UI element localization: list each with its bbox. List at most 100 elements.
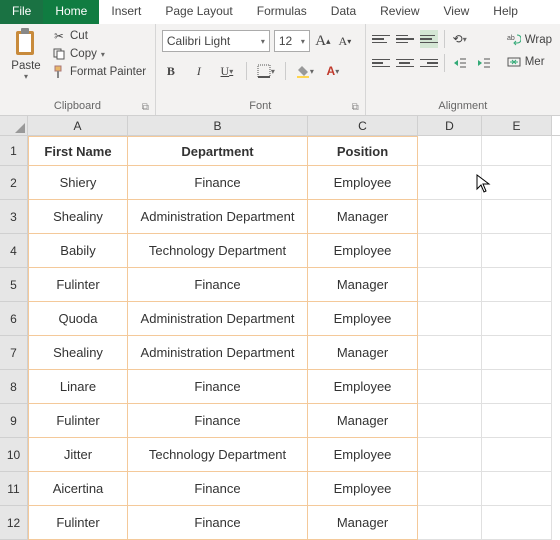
row-header[interactable]: 6 bbox=[0, 302, 28, 336]
font-size-select[interactable]: 12▾ bbox=[274, 30, 310, 52]
align-middle-button[interactable] bbox=[396, 30, 414, 48]
col-header-d[interactable]: D bbox=[418, 116, 482, 135]
cell[interactable]: Finance bbox=[128, 404, 308, 438]
cell[interactable]: Manager bbox=[308, 404, 418, 438]
row-header[interactable]: 9 bbox=[0, 404, 28, 438]
col-header-a[interactable]: A bbox=[28, 116, 128, 135]
font-color-button[interactable]: A▾ bbox=[324, 62, 342, 80]
cell[interactable]: Jitter bbox=[28, 438, 128, 472]
cell[interactable]: Manager bbox=[308, 336, 418, 370]
cell[interactable]: Administration Department bbox=[128, 200, 308, 234]
row-header[interactable]: 3 bbox=[0, 200, 28, 234]
tab-insert[interactable]: Insert bbox=[99, 0, 153, 24]
row-header[interactable]: 12 bbox=[0, 506, 28, 540]
cell[interactable]: Fulinter bbox=[28, 506, 128, 540]
tab-view[interactable]: View bbox=[432, 0, 482, 24]
cell[interactable] bbox=[418, 370, 482, 404]
cell[interactable] bbox=[482, 136, 552, 166]
cell[interactable]: Employee bbox=[308, 472, 418, 506]
merge-button[interactable]: Mer bbox=[505, 54, 554, 70]
cell[interactable] bbox=[482, 302, 552, 336]
cell[interactable] bbox=[418, 506, 482, 540]
cell[interactable]: Employee bbox=[308, 234, 418, 268]
cell[interactable]: Aicertina bbox=[28, 472, 128, 506]
increase-indent-button[interactable] bbox=[475, 54, 493, 72]
cell[interactable] bbox=[482, 336, 552, 370]
row-header[interactable]: 11 bbox=[0, 472, 28, 506]
cell[interactable]: Technology Department bbox=[128, 438, 308, 472]
cell[interactable] bbox=[482, 404, 552, 438]
row-header[interactable]: 4 bbox=[0, 234, 28, 268]
copy-button[interactable]: Copy▾ bbox=[50, 46, 148, 62]
cell[interactable]: Manager bbox=[308, 268, 418, 302]
cell[interactable] bbox=[418, 404, 482, 438]
row-header[interactable]: 1 bbox=[0, 136, 28, 166]
paste-button[interactable]: Paste ▾ bbox=[6, 26, 46, 81]
cell[interactable] bbox=[418, 200, 482, 234]
align-center-button[interactable] bbox=[396, 54, 414, 72]
cell[interactable]: Finance bbox=[128, 268, 308, 302]
cell[interactable]: Administration Department bbox=[128, 302, 308, 336]
cell[interactable]: Babily bbox=[28, 234, 128, 268]
align-right-button[interactable] bbox=[420, 54, 438, 72]
italic-button[interactable]: I bbox=[190, 62, 208, 80]
cell[interactable]: Manager bbox=[308, 200, 418, 234]
cell[interactable] bbox=[482, 234, 552, 268]
cell[interactable]: Manager bbox=[308, 506, 418, 540]
wrap-text-button[interactable]: abWrap bbox=[505, 32, 554, 48]
orientation-button[interactable]: ⟲▾ bbox=[451, 30, 469, 48]
cell[interactable] bbox=[482, 200, 552, 234]
row-header[interactable]: 7 bbox=[0, 336, 28, 370]
row-header[interactable]: 2 bbox=[0, 166, 28, 200]
cell[interactable]: Fulinter bbox=[28, 268, 128, 302]
cell[interactable] bbox=[418, 268, 482, 302]
cell[interactable] bbox=[418, 472, 482, 506]
bold-button[interactable]: B bbox=[162, 62, 180, 80]
dialog-launcher-icon[interactable]: ⧉ bbox=[352, 102, 359, 113]
cell[interactable] bbox=[418, 166, 482, 200]
col-header-c[interactable]: C bbox=[308, 116, 418, 135]
fill-color-button[interactable]: ▾ bbox=[296, 62, 314, 80]
cell[interactable]: Department bbox=[128, 136, 308, 166]
cell[interactable]: Linare bbox=[28, 370, 128, 404]
dialog-launcher-icon[interactable]: ⧉ bbox=[142, 102, 149, 113]
cell[interactable]: Position bbox=[308, 136, 418, 166]
col-header-e[interactable]: E bbox=[482, 116, 552, 135]
tab-file[interactable]: File bbox=[0, 0, 43, 24]
cell[interactable]: Technology Department bbox=[128, 234, 308, 268]
cell[interactable]: Administration Department bbox=[128, 336, 308, 370]
align-bottom-button[interactable] bbox=[420, 30, 438, 48]
select-all-corner[interactable] bbox=[0, 116, 28, 135]
font-name-select[interactable]: Calibri Light▾ bbox=[162, 30, 270, 52]
col-header-b[interactable]: B bbox=[128, 116, 308, 135]
cell[interactable]: Employee bbox=[308, 370, 418, 404]
cell[interactable]: Employee bbox=[308, 302, 418, 336]
underline-button[interactable]: U▾ bbox=[218, 62, 236, 80]
cell[interactable] bbox=[418, 336, 482, 370]
increase-font-button[interactable]: A▴ bbox=[314, 32, 332, 50]
row-header[interactable]: 5 bbox=[0, 268, 28, 302]
tab-help[interactable]: Help bbox=[481, 0, 530, 24]
cell[interactable]: First Name bbox=[28, 136, 128, 166]
cell[interactable]: Employee bbox=[308, 438, 418, 472]
tab-page-layout[interactable]: Page Layout bbox=[153, 0, 244, 24]
tab-home[interactable]: Home bbox=[43, 0, 99, 24]
cell[interactable] bbox=[482, 506, 552, 540]
cell[interactable]: Quoda bbox=[28, 302, 128, 336]
cell[interactable]: Finance bbox=[128, 472, 308, 506]
cell[interactable]: Finance bbox=[128, 370, 308, 404]
cell[interactable]: Employee bbox=[308, 166, 418, 200]
cell[interactable] bbox=[418, 136, 482, 166]
cell[interactable]: Finance bbox=[128, 166, 308, 200]
cell[interactable] bbox=[482, 166, 552, 200]
decrease-font-button[interactable]: A▾ bbox=[336, 32, 354, 50]
cell[interactable]: Shealiny bbox=[28, 336, 128, 370]
tab-data[interactable]: Data bbox=[319, 0, 368, 24]
border-button[interactable]: ▾ bbox=[257, 62, 275, 80]
cell[interactable] bbox=[418, 302, 482, 336]
cell[interactable] bbox=[482, 268, 552, 302]
format-painter-button[interactable]: Format Painter bbox=[50, 64, 148, 80]
tab-review[interactable]: Review bbox=[368, 0, 431, 24]
cell[interactable]: Fulinter bbox=[28, 404, 128, 438]
align-left-button[interactable] bbox=[372, 54, 390, 72]
